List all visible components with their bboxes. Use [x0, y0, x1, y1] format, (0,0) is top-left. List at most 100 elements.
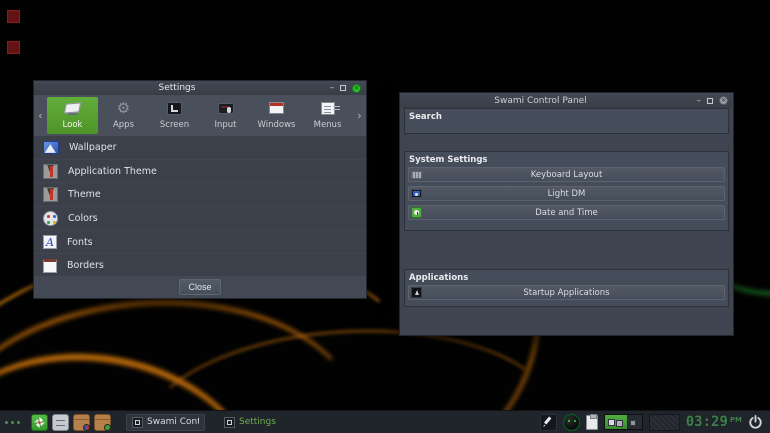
- taskbar-window-swami[interactable]: Swami Contr...: [126, 414, 205, 431]
- button-label: Date and Time: [409, 208, 724, 218]
- display-manager-icon: [411, 189, 422, 198]
- list-item-label: Application Theme: [68, 166, 157, 177]
- update-badge: [83, 424, 90, 431]
- settings-titlebar[interactable]: Settings – ×: [34, 81, 366, 95]
- startup-applications-button[interactable]: Startup Applications: [408, 285, 725, 300]
- clock-widget[interactable]: 03:29 PM: [686, 414, 742, 430]
- panel-empty-slot: [649, 414, 680, 431]
- swami-app-icon: [132, 417, 143, 428]
- pinwheel-icon: [34, 417, 45, 428]
- list-item-label: Wallpaper: [69, 142, 117, 153]
- tab-input[interactable]: Input: [200, 97, 251, 134]
- keyboard-layout-button[interactable]: Keyboard Layout: [408, 167, 725, 182]
- package-manager-launcher[interactable]: [73, 414, 90, 431]
- search-heading: Search: [405, 109, 728, 124]
- suit-theme-icon: [43, 187, 58, 202]
- tab-scroll-right-icon[interactable]: ›: [353, 109, 366, 122]
- input-devices-icon: [218, 103, 234, 114]
- clock-icon: [411, 207, 422, 218]
- tab-label: Apps: [113, 120, 134, 130]
- settings-tabstrip: ‹ Look ⚙ Apps Screen Input Windows: [34, 95, 366, 136]
- swami-control-panel-window: Swami Control Panel – × Search System Se…: [399, 92, 734, 336]
- clock-time: 03:29: [686, 414, 728, 430]
- color-palette-icon: [43, 211, 58, 226]
- settings-app-icon: [224, 417, 235, 428]
- list-item-application-theme[interactable]: Application Theme: [34, 160, 366, 184]
- suit-theme-icon: [43, 164, 58, 179]
- system-settings-heading: System Settings: [405, 152, 728, 167]
- swami-window-title: Swami Control Panel: [400, 96, 733, 106]
- settings-bottom-bar: Close: [34, 276, 366, 298]
- window-border-icon: [43, 259, 57, 273]
- screenshot-pen-tool[interactable]: [540, 414, 557, 431]
- list-item-borders[interactable]: Borders: [34, 254, 366, 278]
- button-label: Light DM: [409, 189, 724, 199]
- button-label: Startup Applications: [409, 288, 724, 298]
- list-item-label: Colors: [68, 213, 98, 224]
- taskbar: Swami Contr... Settings 03:29 PM: [0, 410, 770, 433]
- tab-label: Look: [63, 120, 83, 130]
- search-section[interactable]: Search: [404, 108, 729, 134]
- taskbar-window-label: Settings: [239, 417, 276, 427]
- minimize-button[interactable]: –: [697, 97, 702, 105]
- workspace-1[interactable]: [605, 415, 627, 429]
- swami-titlebar[interactable]: Swami Control Panel – ×: [400, 93, 733, 108]
- pen-icon: [542, 416, 554, 428]
- power-button-icon[interactable]: [748, 415, 763, 430]
- clock-meridiem: PM: [730, 416, 742, 424]
- keyboard-icon: [411, 171, 422, 179]
- button-label: Keyboard Layout: [409, 170, 724, 180]
- list-item-wallpaper[interactable]: Wallpaper: [34, 136, 366, 160]
- list-item-label: Theme: [68, 189, 101, 200]
- font-letter-icon: A: [43, 235, 57, 249]
- desktop-icon[interactable]: [7, 10, 20, 23]
- look-icon: [64, 102, 81, 115]
- settings-window-title: Settings: [34, 83, 366, 93]
- close-button[interactable]: ×: [352, 84, 361, 93]
- menu-list-icon: [321, 102, 335, 115]
- taskbar-window-settings[interactable]: Settings: [218, 414, 282, 431]
- tab-label: Menus: [314, 120, 342, 130]
- tab-label: Input: [214, 120, 236, 130]
- file-manager-launcher[interactable]: [52, 414, 69, 431]
- list-item-label: Borders: [67, 260, 104, 271]
- wallpaper-icon: [43, 141, 59, 154]
- applications-section: Applications Startup Applications: [404, 269, 729, 307]
- workspace-2[interactable]: [627, 415, 642, 429]
- tab-scroll-left-icon[interactable]: ‹: [34, 109, 47, 122]
- list-item-theme[interactable]: Theme: [34, 183, 366, 207]
- startup-icon: [411, 287, 422, 298]
- tab-apps[interactable]: ⚙ Apps: [98, 97, 149, 134]
- date-and-time-button[interactable]: Date and Time: [408, 205, 725, 220]
- install-badge: [104, 424, 111, 431]
- settings-window: Settings – × ‹ Look ⚙ Apps Screen Input: [33, 80, 367, 299]
- minimize-button[interactable]: –: [330, 84, 335, 92]
- panel-menu-dots-icon[interactable]: [5, 421, 20, 424]
- screen-icon: [167, 102, 182, 115]
- gear-icon: ⚙: [117, 101, 130, 116]
- close-dialog-button[interactable]: Close: [179, 279, 220, 295]
- tab-windows[interactable]: Windows: [251, 97, 302, 134]
- restore-button[interactable]: [707, 98, 713, 104]
- applications-heading: Applications: [405, 270, 728, 285]
- clipboard-icon[interactable]: [586, 415, 598, 430]
- system-settings-section: System Settings Keyboard Layout Light DM…: [404, 151, 729, 231]
- tab-menus[interactable]: Menus: [302, 97, 353, 134]
- package-installer-launcher[interactable]: [94, 414, 111, 431]
- tab-look[interactable]: Look: [47, 97, 98, 134]
- close-button[interactable]: ×: [719, 96, 728, 105]
- list-item-colors[interactable]: Colors: [34, 207, 366, 231]
- light-dm-button[interactable]: Light DM: [408, 186, 725, 201]
- list-item-label: Fonts: [67, 237, 93, 248]
- tab-label: Screen: [160, 120, 189, 130]
- settings-list: Wallpaper Application Theme Theme Colors…: [34, 136, 366, 278]
- web-browser-launcher[interactable]: [31, 414, 48, 431]
- tab-screen[interactable]: Screen: [149, 97, 200, 134]
- taskbar-window-label: Swami Contr...: [147, 417, 199, 427]
- restore-button[interactable]: [340, 85, 346, 91]
- tab-label: Windows: [258, 120, 296, 130]
- workspace-pager: [604, 414, 643, 430]
- mascot-menu-icon[interactable]: [563, 414, 580, 431]
- list-item-fonts[interactable]: A Fonts: [34, 231, 366, 255]
- desktop-icon[interactable]: [7, 41, 20, 54]
